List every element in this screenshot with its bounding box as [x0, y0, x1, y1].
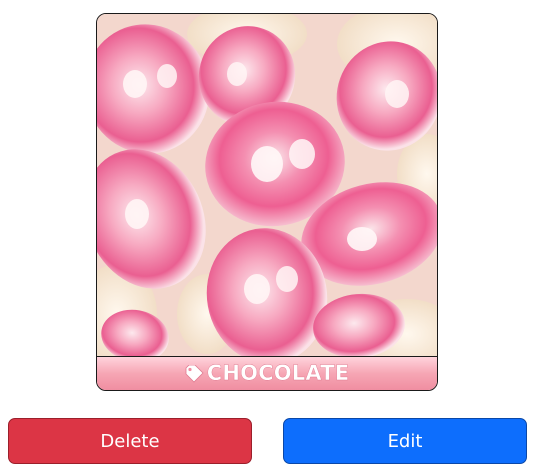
delete-button[interactable]: Delete [8, 418, 252, 464]
product-image [97, 14, 437, 356]
edit-button[interactable]: Edit [283, 418, 527, 464]
category-label: CHOCOLATE [97, 356, 437, 390]
category-label-text: CHOCOLATE [206, 361, 350, 385]
tag-icon [185, 364, 204, 383]
product-card: CHOCOLATE [96, 13, 438, 391]
